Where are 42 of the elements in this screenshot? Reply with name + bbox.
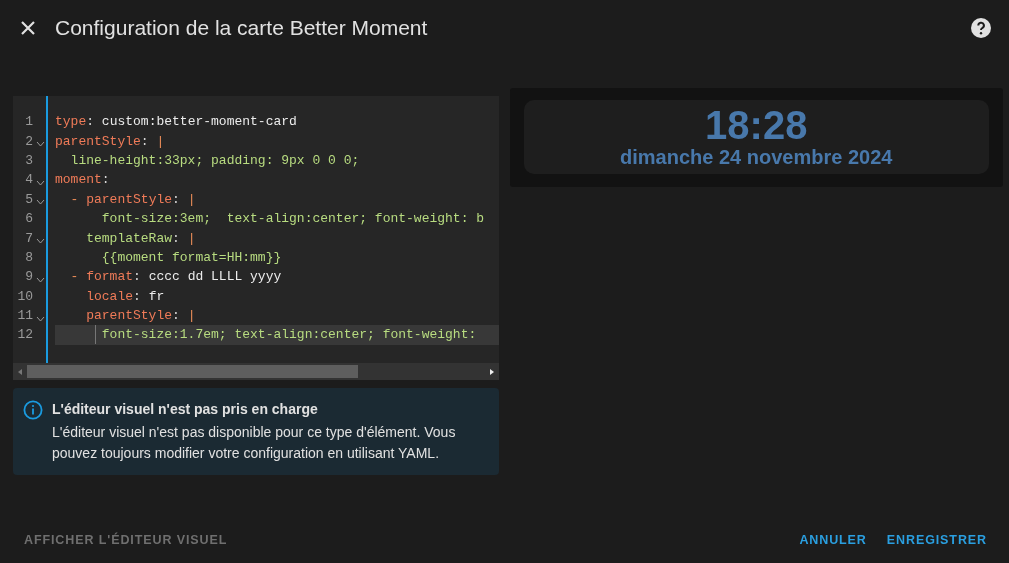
- code-line: type: custom:better-moment-card: [55, 113, 298, 132]
- fold-icon[interactable]: [36, 141, 45, 148]
- line-number: 1: [24, 114, 33, 130]
- code-line: - parentStyle: |: [69, 190, 197, 209]
- line-number: 3: [24, 152, 33, 168]
- code-line: templateRaw: |: [85, 229, 197, 248]
- info-icon: [23, 400, 43, 420]
- line-number: 9: [24, 269, 33, 285]
- code-line: line-height:33px; padding: 9px 0 0 0;: [69, 151, 361, 170]
- show-visual-editor-button[interactable]: AFFICHER L'ÉDITEUR VISUEL: [16, 529, 786, 551]
- line-number: 11: [16, 308, 33, 324]
- fold-icon[interactable]: [36, 238, 45, 245]
- code-line: {{moment format=HH:mm}}: [100, 248, 283, 267]
- code-editor[interactable]: [13, 96, 499, 380]
- line-number: 7: [24, 230, 33, 246]
- line-number: 6: [24, 211, 33, 227]
- clock-time: 18:28: [705, 105, 808, 145]
- help-icon[interactable]: [969, 16, 993, 40]
- code-line: parentStyle: |: [55, 132, 166, 151]
- line-number: 4: [24, 172, 33, 188]
- line-number: 2: [24, 133, 33, 149]
- dialog-action-button[interactable]: ENREGISTRER: [880, 529, 993, 551]
- code-line: - format: cccc dd LLLL yyyy: [69, 268, 283, 287]
- dialog-title: Configuration de la carte Better Moment: [55, 16, 429, 40]
- line-number: 12: [16, 327, 33, 343]
- line-number: 8: [24, 249, 33, 265]
- fold-icon[interactable]: [36, 199, 45, 206]
- code-line: locale: fr: [85, 287, 166, 306]
- fold-icon[interactable]: [36, 179, 45, 186]
- fold-icon[interactable]: [36, 315, 45, 322]
- fold-icon[interactable]: [36, 276, 45, 283]
- code-line: moment:: [55, 171, 111, 190]
- horizontal-scrollbar[interactable]: [13, 363, 499, 380]
- clock-date: dimanche 24 novembre 2024: [620, 145, 893, 169]
- alert-title: L'éditeur visuel n'est pas pris en charge: [52, 400, 319, 419]
- code-line: parentStyle: |: [85, 307, 197, 326]
- alert-message: L'éditeur visuel n'est pas disponible pour ce type d'élément. Vous pouvez toujours modifier votre configuration en utilisant YAML.: [52, 423, 457, 463]
- dialog-action-button[interactable]: ANNULER: [793, 529, 873, 551]
- line-number: 5: [24, 191, 33, 207]
- line-number: 10: [16, 288, 33, 304]
- scrollbar-thumb[interactable]: [27, 365, 358, 378]
- code-line: font-size:3em; text-align:center; font-weight: b: [100, 210, 486, 229]
